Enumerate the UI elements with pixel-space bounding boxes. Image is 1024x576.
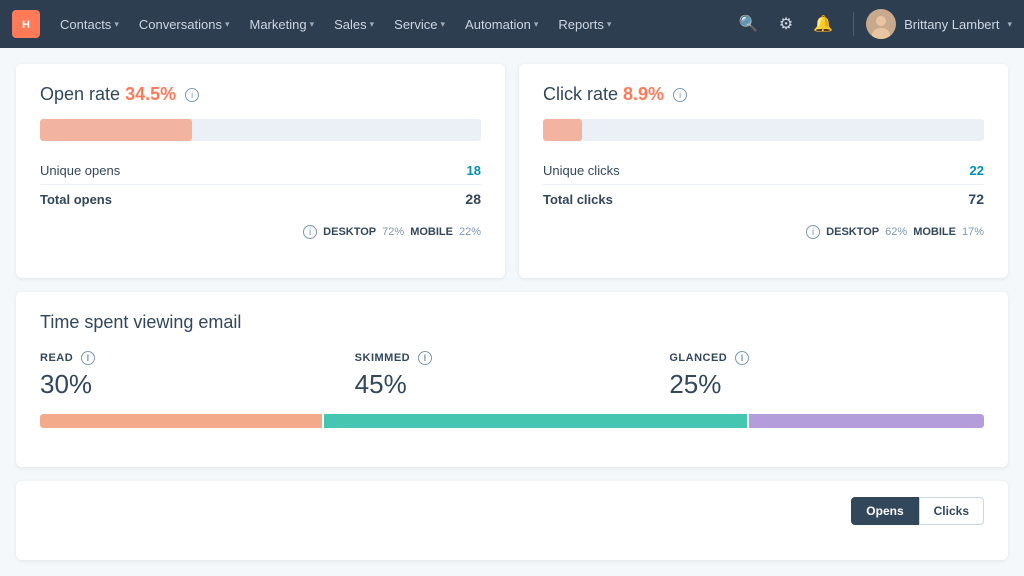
click-rate-footer: i DESKTOP 62% MOBILE 17% [543, 225, 984, 239]
click-rate-title: Click rate 8.9% i [543, 84, 984, 105]
svg-text:H: H [22, 19, 30, 31]
click-rate-bar [543, 119, 984, 141]
unique-opens-value: 18 [467, 163, 481, 178]
total-clicks-label: Total clicks [543, 192, 613, 207]
chevron-down-icon: ▾ [607, 19, 612, 30]
nav-sales[interactable]: Sales ▾ [326, 13, 382, 36]
open-rate-bar [40, 119, 481, 141]
chevron-down-icon: ▾ [370, 19, 375, 30]
time-spent-card: Time spent viewing email READ i 30% SKIM… [16, 292, 1008, 467]
total-clicks-value: 72 [968, 191, 984, 207]
user-name: Brittany Lambert [904, 17, 999, 32]
nav-divider [853, 12, 854, 36]
nav-automation[interactable]: Automation ▾ [457, 13, 546, 36]
click-rate-card: Click rate 8.9% i Unique clicks 22 Total… [519, 64, 1008, 278]
footer-info-icon[interactable]: i [303, 225, 317, 239]
nav-conversations[interactable]: Conversations ▾ [131, 13, 238, 36]
unique-clicks-row: Unique clicks 22 [543, 157, 984, 184]
read-bar-segment [40, 414, 322, 428]
open-rate-title: Open rate 34.5% i [40, 84, 481, 105]
main-content: Open rate 34.5% i Unique opens 18 Total … [0, 48, 1024, 576]
skimmed-stat: SKIMMED i 45% [355, 351, 670, 400]
chevron-down-icon: ▾ [225, 19, 230, 30]
engagement-over-time-card: Opens Clicks [16, 481, 1008, 560]
total-opens-value: 28 [465, 191, 481, 207]
unique-clicks-label: Unique clicks [543, 163, 620, 178]
glanced-value: 25% [669, 369, 984, 400]
nav-reports[interactable]: Reports ▾ [550, 13, 619, 36]
time-bar [40, 414, 984, 428]
open-rate-card: Open rate 34.5% i Unique opens 18 Total … [16, 64, 505, 278]
toggle-buttons: Opens Clicks [851, 497, 984, 525]
open-rate-footer: i DESKTOP 72% MOBILE 22% [40, 225, 481, 239]
avatar [866, 9, 896, 39]
total-clicks-row: Total clicks 72 [543, 185, 984, 213]
total-opens-label: Total opens [40, 192, 112, 207]
chevron-down-icon: ▾ [441, 19, 446, 30]
read-value: 30% [40, 369, 355, 400]
search-icon: 🔍 [739, 14, 759, 34]
time-card-title: Time spent viewing email [40, 312, 984, 333]
read-stat: READ i 30% [40, 351, 355, 400]
user-chevron-icon: ▾ [1007, 19, 1012, 30]
unique-clicks-value: 22 [970, 163, 984, 178]
glanced-info-icon[interactable]: i [735, 351, 749, 365]
navbar: H Contacts ▾ Conversations ▾ Marketing ▾… [0, 0, 1024, 48]
glanced-bar-segment [749, 414, 984, 428]
skimmed-bar-segment [324, 414, 747, 428]
click-rate-value: 8.9% [623, 84, 664, 104]
nav-service[interactable]: Service ▾ [386, 13, 453, 36]
open-rate-value: 34.5% [125, 84, 176, 104]
settings-button[interactable]: ⚙ [771, 10, 801, 38]
open-rate-info-icon[interactable]: i [185, 88, 199, 102]
gear-icon: ⚙ [779, 14, 793, 34]
opens-button[interactable]: Opens [851, 497, 918, 525]
click-rate-info-icon[interactable]: i [673, 88, 687, 102]
read-info-icon[interactable]: i [81, 351, 95, 365]
chevron-down-icon: ▾ [310, 19, 315, 30]
unique-opens-label: Unique opens [40, 163, 120, 178]
nav-marketing[interactable]: Marketing ▾ [241, 13, 322, 36]
nav-contacts[interactable]: Contacts ▾ [52, 13, 127, 36]
user-menu[interactable]: Brittany Lambert ▾ [866, 9, 1012, 39]
hubspot-logo: H [12, 10, 40, 38]
skimmed-value: 45% [355, 369, 670, 400]
time-stats-row: READ i 30% SKIMMED i 45% GLANCED i 25% [40, 351, 984, 400]
clicks-button[interactable]: Clicks [919, 497, 984, 525]
notifications-button[interactable]: 🔔 [805, 10, 841, 38]
chevron-down-icon: ▾ [534, 19, 539, 30]
chevron-down-icon: ▾ [114, 19, 119, 30]
top-stats-row: Open rate 34.5% i Unique opens 18 Total … [16, 64, 1008, 278]
search-button[interactable]: 🔍 [731, 10, 767, 38]
total-opens-row: Total opens 28 [40, 185, 481, 213]
skimmed-info-icon[interactable]: i [418, 351, 432, 365]
bell-icon: 🔔 [813, 14, 833, 34]
glanced-stat: GLANCED i 25% [669, 351, 984, 400]
click-footer-info-icon[interactable]: i [806, 225, 820, 239]
unique-opens-row: Unique opens 18 [40, 157, 481, 184]
